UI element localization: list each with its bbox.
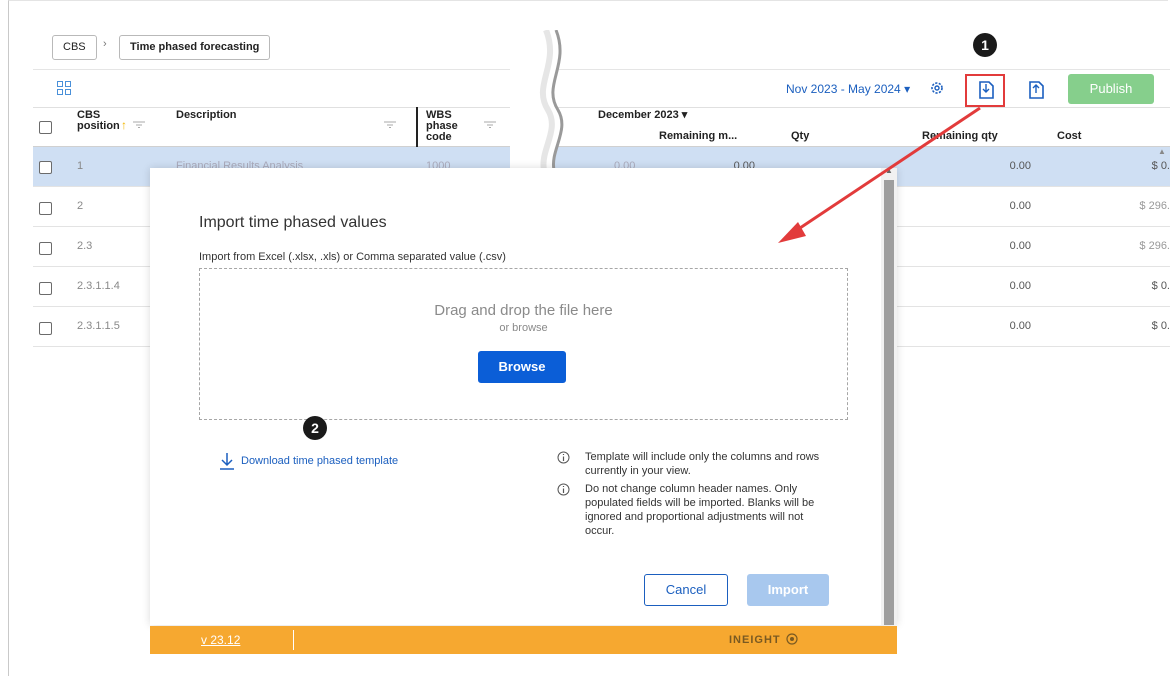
breadcrumb-divider [33,69,1170,70]
sort-ascending-icon[interactable]: ↑ [121,118,127,132]
dropzone-sublabel: or browse [499,322,548,334]
footer-divider [293,630,294,650]
header-names-note: Do not change column header names. Only … [585,483,815,537]
download-icon[interactable] [219,452,235,470]
info-icon [557,451,570,464]
column-header-description[interactable]: Description [176,110,237,121]
row-checkbox[interactable] [39,282,52,295]
cell-remaining-qty: 0.00 [1009,280,1031,292]
frozen-column-divider [416,107,418,147]
row-checkbox[interactable] [39,161,52,174]
import-file-icon[interactable] [976,80,996,100]
cell-cbs-position: 2.3 [77,240,93,252]
row-checkbox[interactable] [39,242,52,255]
date-range-dropdown[interactable]: Nov 2023 - May 2024 ▾ [786,82,910,96]
brand-logo: INEIGHT [729,634,781,646]
cell-cbs-position: 2.3.1.1.4 [77,280,120,292]
breadcrumb-separator-icon: › [103,38,107,50]
table-scroll-up-icon[interactable]: ▲ [1158,147,1166,156]
column-chooser-icon[interactable] [57,81,71,95]
column-header-cbs-position[interactable]: CBS position [77,110,122,132]
cell-cost: $ 0. [1151,320,1170,332]
modal-subtitle: Import from Excel (.xlsx, .xls) or Comma… [199,251,506,263]
breadcrumb-cbs[interactable]: CBS [52,35,97,60]
annotation-badge-2: 2 [303,416,327,440]
brand-mark-icon [786,633,798,645]
file-dropzone[interactable] [199,268,848,420]
cell-cost: $ 296. [1139,240,1170,252]
cell-cost: $ 296. [1139,200,1170,212]
import-button[interactable]: Import [747,574,829,606]
settings-gear-icon[interactable] [929,80,945,96]
filter-icon[interactable] [484,121,496,128]
row-checkbox[interactable] [39,202,52,215]
dropzone-label: Drag and drop the file here [434,302,613,319]
filter-icon[interactable] [384,121,396,128]
template-note: Template will include only the columns a… [585,451,820,477]
row-checkbox[interactable] [39,322,52,335]
modal-title: Import time phased values [199,214,387,231]
publish-button[interactable]: Publish [1068,74,1154,104]
download-template-link[interactable]: Download time phased template [241,455,398,467]
cell-remaining-qty: 0.00 [1009,320,1031,332]
cell-cbs-position: 1 [77,160,84,172]
select-all-checkbox[interactable] [39,121,52,134]
cell-cbs-position: 2.3.1.1.5 [77,320,120,332]
column-header-wbs-phase-code[interactable]: WBS phase code [426,110,464,143]
cell-cbs-position: 2 [77,200,84,212]
export-file-icon[interactable] [1026,80,1046,100]
torn-edge-divider [510,30,564,170]
app-footer [150,626,897,654]
cell-cost: $ 0. [1151,160,1170,172]
annotation-arrow [778,106,981,243]
annotation-badge-1: 1 [973,33,997,57]
month-group-header[interactable]: December 2023 ▾ [598,110,687,121]
browse-button[interactable]: Browse [478,351,566,383]
column-header-cost[interactable]: Cost [1057,131,1081,142]
column-header-remaining-m[interactable]: Remaining m... [659,131,737,142]
filter-icon[interactable] [133,121,145,128]
version-link[interactable]: v 23.12 [201,633,240,647]
breadcrumb-time-phased-forecasting[interactable]: Time phased forecasting [119,35,271,60]
cell-cost: $ 0. [1151,280,1170,292]
info-icon [557,483,570,496]
cancel-button[interactable]: Cancel [644,574,728,606]
